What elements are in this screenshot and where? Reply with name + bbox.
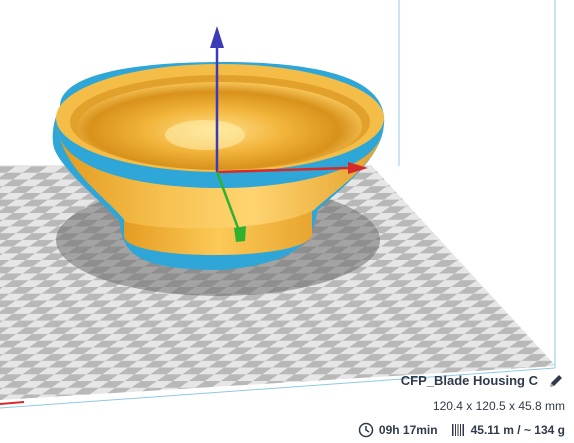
object-dimensions: 120.4 x 120.5 x 45.8 mm xyxy=(432,399,565,413)
print-stats: 09h 17min 45.11 m / ~ 134 g xyxy=(358,421,565,439)
z-axis-arrow[interactable] xyxy=(210,26,224,48)
3d-viewport[interactable]: CFP_Blade Housing C 120.4 x 120.5 x 45.8… xyxy=(0,0,574,443)
spool-icon xyxy=(451,424,464,436)
y-axis-arrow[interactable] xyxy=(234,226,246,242)
clock-icon xyxy=(358,422,374,438)
object-name: CFP_Blade Housing C xyxy=(400,373,538,388)
material-usage: 45.11 m / ~ 134 g xyxy=(470,423,565,437)
object-info-panel: CFP_Blade Housing C 120.4 x 120.5 x 45.8… xyxy=(334,370,574,443)
model-bowl-highlight xyxy=(165,120,245,150)
x-axis-origin-mark xyxy=(0,401,25,405)
print-time: 09h 17min xyxy=(378,423,438,437)
pencil-icon[interactable] xyxy=(548,373,564,389)
